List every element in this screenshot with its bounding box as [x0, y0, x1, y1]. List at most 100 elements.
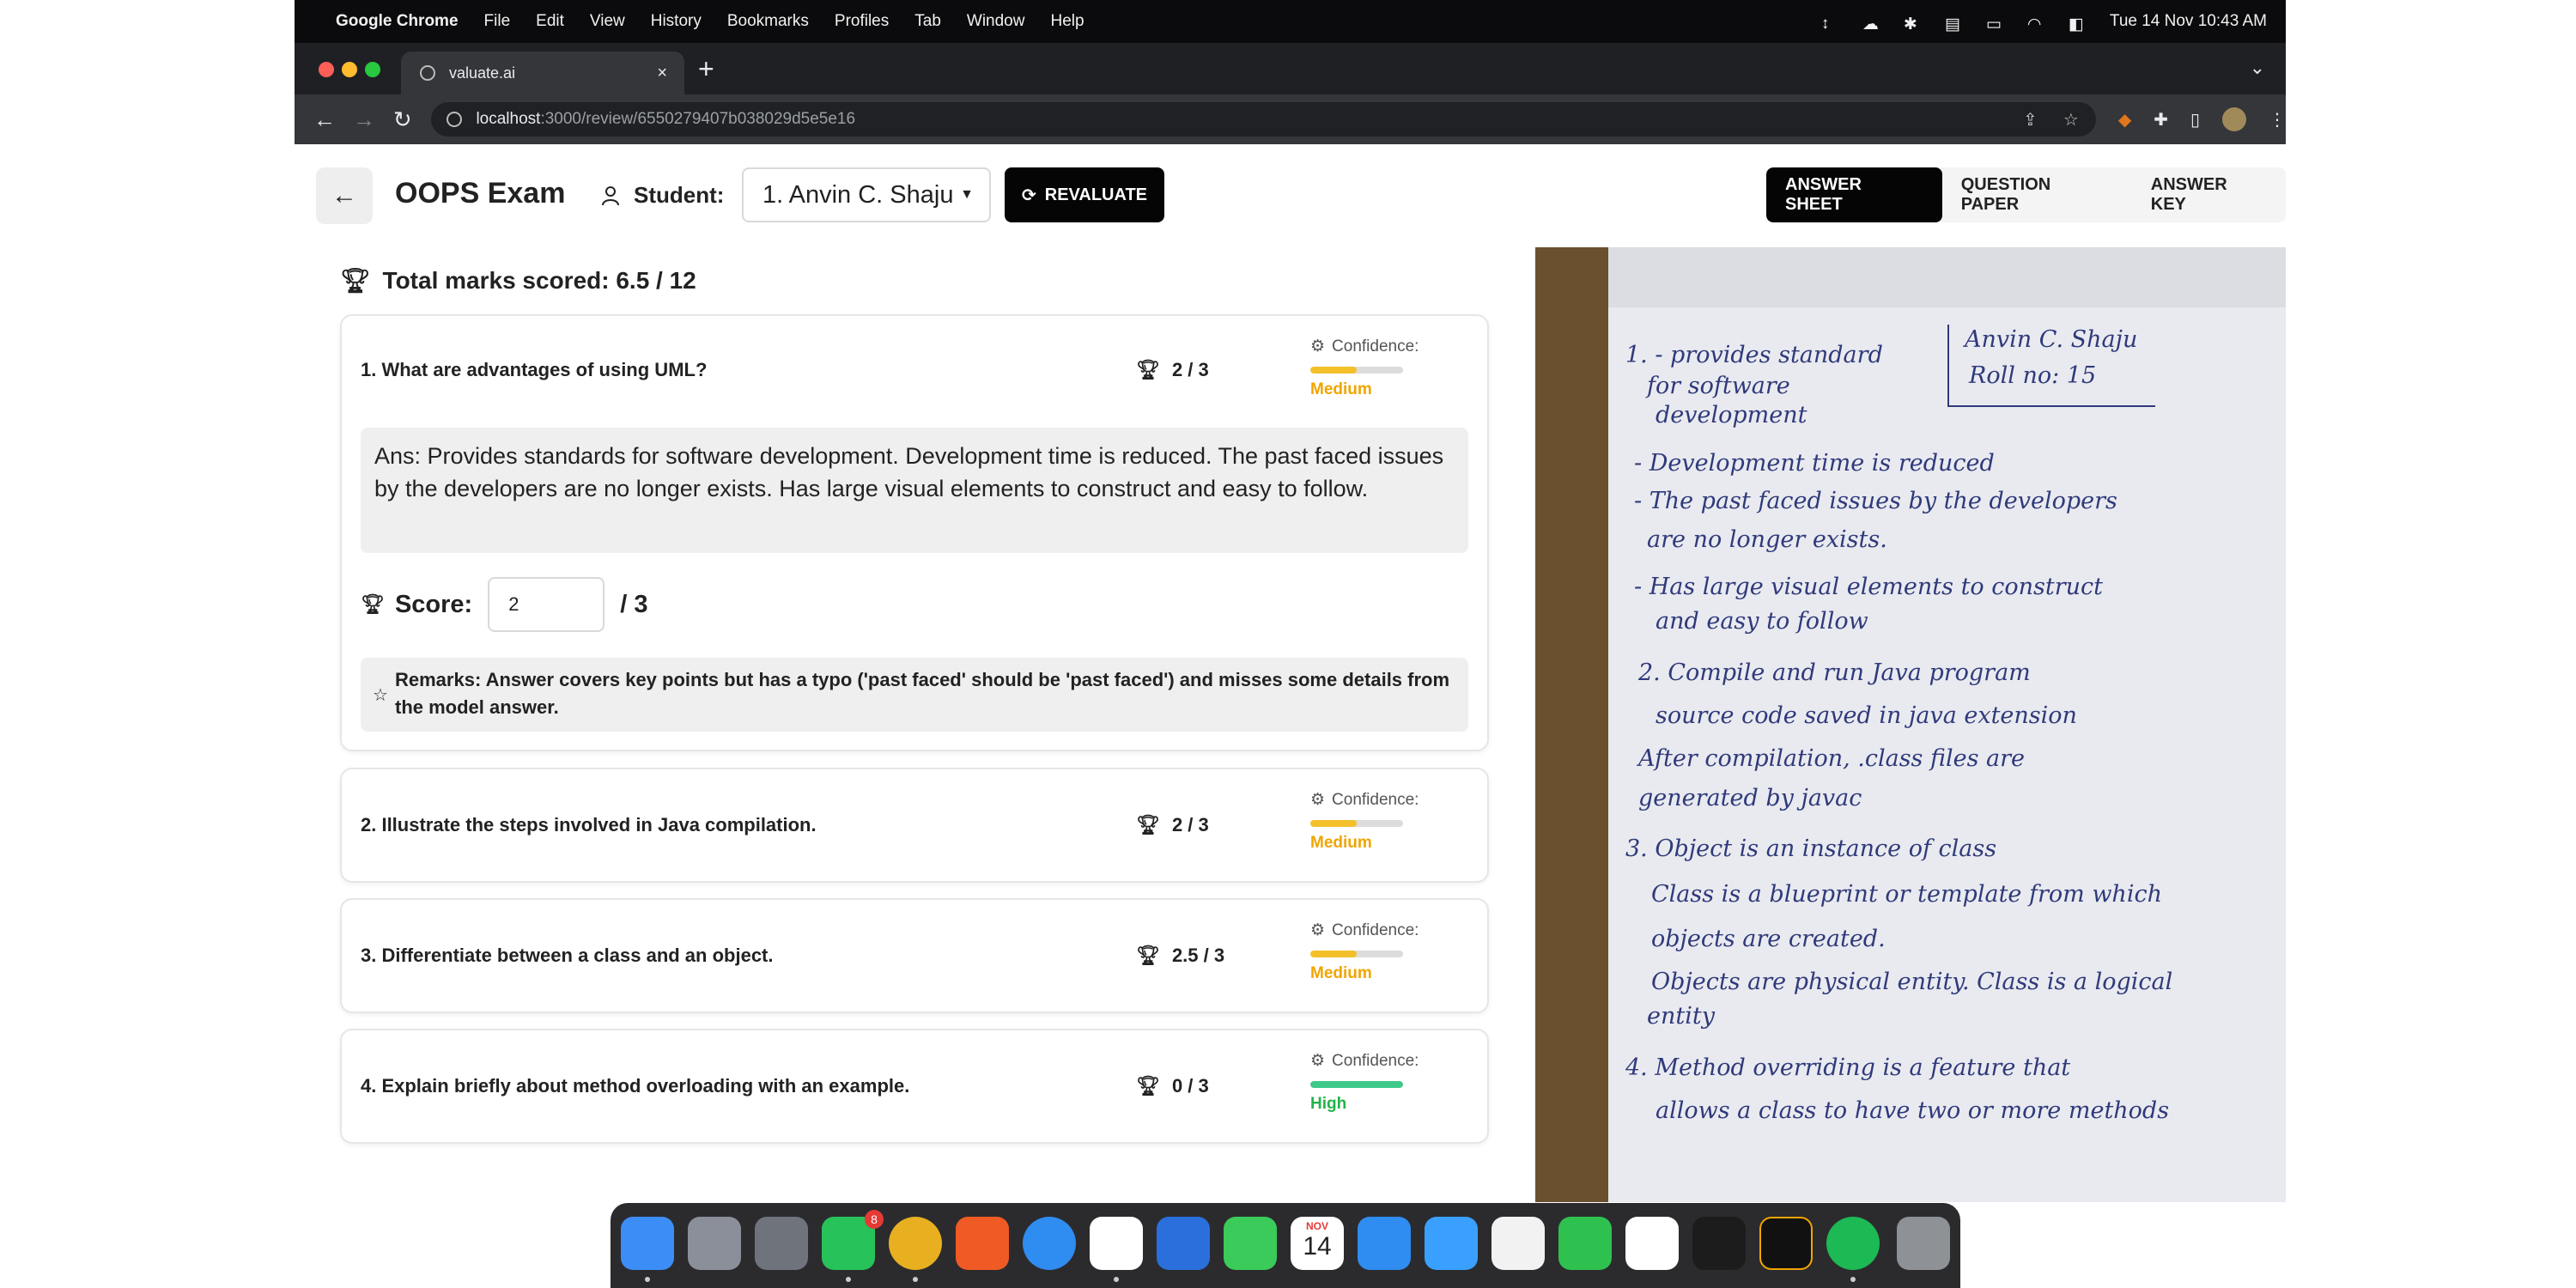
- question-marks-value: 0 / 3: [1171, 1075, 1209, 1097]
- menu-history[interactable]: History: [651, 12, 702, 31]
- usb-icon[interactable]: ↕: [1821, 15, 1840, 33]
- profile-avatar[interactable]: [2222, 107, 2246, 131]
- score-label: Score:: [394, 590, 473, 618]
- student-label-group: Student:: [601, 182, 724, 209]
- chrome-menu-icon[interactable]: ⋮: [2269, 109, 2286, 131]
- remarks-text: Remarks: Answer covers key points but ha…: [395, 669, 1450, 718]
- total-marks-label: Total marks scored: 6.5 / 12: [382, 266, 696, 294]
- tab-answer-sheet[interactable]: ANSWER SHEET: [1766, 167, 1942, 222]
- address-bar[interactable]: localhost :3000/review/6550279407b038029…: [431, 102, 2096, 137]
- score-max: / 3: [620, 590, 648, 618]
- back-button[interactable]: ←: [316, 167, 373, 224]
- confidence-icon: ⚙: [1310, 337, 1326, 355]
- trophy-icon: 🏆︎: [1136, 1075, 1160, 1097]
- handwritten-line: - Has large visual elements to construct: [1634, 574, 2103, 600]
- arrow-left-icon: ←: [331, 181, 357, 210]
- question-card-1[interactable]: 1. What are advantages of using UML? 🏆︎ …: [340, 314, 1489, 751]
- confidence-level: Medium: [1310, 834, 1372, 852]
- terminal-icon[interactable]: [1759, 1217, 1813, 1270]
- maps-icon[interactable]: [1425, 1217, 1478, 1270]
- revaluate-button[interactable]: ⟳ REVALUATE: [1005, 167, 1164, 222]
- menu-tab[interactable]: Tab: [914, 12, 941, 31]
- xcode-icon[interactable]: [1157, 1217, 1210, 1270]
- calendar-icon[interactable]: NOV 14: [1291, 1217, 1344, 1270]
- question-card-4[interactable]: 4. Explain briefly about method overload…: [340, 1029, 1489, 1144]
- reload-icon[interactable]: ↻: [392, 106, 412, 133]
- url-host: localhost: [476, 110, 541, 128]
- menu-app-name[interactable]: Google Chrome: [336, 12, 459, 31]
- menu-profiles[interactable]: Profiles: [835, 12, 889, 31]
- handwritten-line: source code saved in java extension: [1656, 702, 2077, 729]
- extensions-puzzle-icon[interactable]: ✚: [2154, 109, 2168, 131]
- finder-icon[interactable]: [621, 1217, 674, 1270]
- question-marks: 🏆︎ 0 / 3: [1136, 1075, 1209, 1097]
- forward-arrow-icon[interactable]: →: [353, 106, 375, 133]
- handwritten-line: are no longer exists.: [1647, 526, 1887, 553]
- question-marks-value: 2.5 / 3: [1171, 945, 1225, 966]
- menu-window[interactable]: Window: [967, 12, 1025, 31]
- menu-view[interactable]: View: [590, 12, 625, 31]
- messages-icon[interactable]: [1224, 1217, 1277, 1270]
- review-header: ← OOPS Exam Student: 1. Anvin C. Shaju ▼…: [295, 144, 2286, 247]
- handwritten-line: Class is a blueprint or template from wh…: [1651, 881, 2162, 908]
- facetime-icon[interactable]: [1558, 1217, 1612, 1270]
- cloud-icon[interactable]: ☁: [1862, 15, 1881, 33]
- answer-sheet-image[interactable]: Anvin C. Shaju Roll no: 15 1. - provides…: [1535, 247, 2286, 1202]
- launchpad-icon[interactable]: [688, 1217, 741, 1270]
- activity-monitor-icon[interactable]: [1692, 1217, 1746, 1270]
- handwritten-roll: Roll no: 15: [1969, 362, 2097, 389]
- zoom-window-button[interactable]: [365, 62, 380, 77]
- running-indicator: [846, 1277, 851, 1282]
- menu-file[interactable]: File: [484, 12, 511, 31]
- remarks-box: ☆ Remarks: Answer covers key points but …: [361, 658, 1468, 732]
- star-icon: ☆: [373, 686, 388, 705]
- trash-icon[interactable]: [1897, 1217, 1950, 1270]
- running-indicator: [645, 1277, 650, 1282]
- menu-bookmarks[interactable]: Bookmarks: [727, 12, 809, 31]
- mongodb-compass-icon[interactable]: [1625, 1217, 1679, 1270]
- question-card-2[interactable]: 2. Illustrate the steps involved in Java…: [340, 768, 1489, 883]
- browser-tab[interactable]: valuate.ai ×: [401, 52, 684, 94]
- desktop-right: [2286, 0, 2576, 1288]
- menu-help[interactable]: Help: [1050, 12, 1084, 31]
- system-settings-icon[interactable]: [755, 1217, 808, 1270]
- trophy-icon: 🏆︎: [340, 267, 371, 294]
- side-panel-icon[interactable]: ▯: [2190, 109, 2200, 131]
- tab-answer-key[interactable]: ANSWER KEY: [2132, 167, 2286, 222]
- confidence-bar-fill: [1310, 1081, 1403, 1088]
- menu-edit[interactable]: Edit: [536, 12, 564, 31]
- battery-icon[interactable]: ▭: [1986, 15, 2005, 33]
- chrome-icon[interactable]: [889, 1217, 942, 1270]
- browser-toolbar: ← → ↻ localhost :3000/review/6550279407b…: [295, 94, 2286, 144]
- wifi-icon[interactable]: ◠: [2027, 15, 2046, 33]
- tab-question-paper[interactable]: QUESTION PAPER: [1942, 167, 2132, 222]
- share-icon[interactable]: ⇪: [2023, 109, 2038, 131]
- close-tab-icon[interactable]: ×: [657, 64, 667, 83]
- handwritten-line: entity: [1647, 1003, 1715, 1030]
- handwritten-line: 1. - provides standard: [1625, 342, 1883, 368]
- close-window-button[interactable]: [319, 62, 334, 77]
- keyboard-icon[interactable]: ▤: [1945, 15, 1964, 33]
- metamask-extension-icon[interactable]: ◆: [2118, 109, 2131, 131]
- control-center-icon[interactable]: ◧: [2069, 15, 2087, 33]
- bookmark-star-icon[interactable]: ☆: [2063, 109, 2079, 131]
- questions-pane[interactable]: 🏆︎ Total marks scored: 6.5 / 12 1. What …: [295, 247, 1535, 1202]
- spotify-icon[interactable]: [1826, 1217, 1880, 1270]
- brave-icon[interactable]: [956, 1217, 1009, 1270]
- student-select[interactable]: 1. Anvin C. Shaju ▼: [742, 167, 991, 222]
- bluetooth-icon[interactable]: ✱: [1904, 15, 1923, 33]
- new-tab-icon[interactable]: +: [698, 53, 714, 85]
- confidence-block: ⚙ Confidence: Medium: [1310, 337, 1482, 399]
- minimize-window-button[interactable]: [342, 62, 357, 77]
- photos-icon[interactable]: [1492, 1217, 1545, 1270]
- site-info-icon[interactable]: [447, 112, 463, 127]
- handwritten-line: - Development time is reduced: [1634, 450, 1995, 477]
- tab-search-chevron-icon[interactable]: ⌄: [2250, 57, 2265, 79]
- menubar-clock[interactable]: Tue 14 Nov 10:43 AM: [2110, 12, 2267, 31]
- vscode-icon[interactable]: [1090, 1217, 1143, 1270]
- safari-icon[interactable]: [1023, 1217, 1076, 1270]
- question-card-3[interactable]: 3. Differentiate between a class and an …: [340, 898, 1489, 1013]
- mail-icon[interactable]: [1358, 1217, 1411, 1270]
- back-arrow-icon[interactable]: ←: [313, 106, 336, 133]
- score-input[interactable]: [488, 577, 605, 632]
